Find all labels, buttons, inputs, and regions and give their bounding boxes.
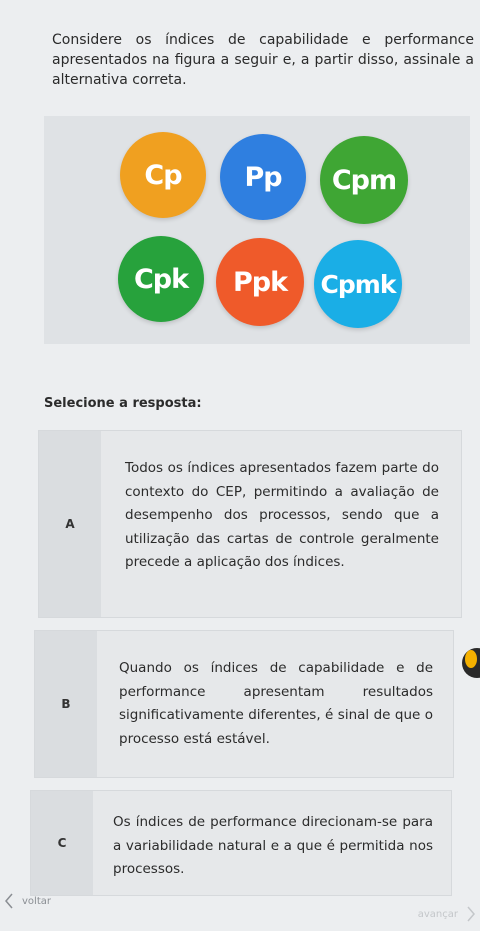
option-letter: C [31, 791, 93, 895]
index-badge-cpm: Cpm [320, 136, 408, 224]
question-text: Considere os índices de capabilidade e p… [52, 32, 474, 88]
index-badge-pp: Pp [220, 134, 306, 220]
option-text: Os índices de performance direcionam-se … [113, 814, 433, 877]
index-badge-cpk: Cpk [118, 236, 204, 322]
back-button[interactable]: voltar [4, 893, 51, 909]
option-letter: B [35, 631, 97, 777]
answer-option-b[interactable]: B Quando os índices de capabilidade e de… [34, 630, 454, 778]
chevron-left-icon [5, 893, 13, 909]
back-label: voltar [22, 895, 51, 907]
answer-option-c[interactable]: C Os índices de performance direcionam-s… [30, 790, 452, 896]
index-badge-cp: Cp [120, 132, 206, 218]
option-text: Todos os índices apresentados fazem part… [125, 460, 439, 570]
index-badge-ppk: Ppk [216, 238, 304, 326]
index-badge-cpmk: Cpmk [314, 240, 402, 328]
option-text: Quando os índices de capabilidade e de p… [119, 660, 433, 747]
indices-figure: Cp Pp Cpm Cpk Ppk Cpmk [44, 116, 470, 344]
side-tab-icon [462, 648, 480, 678]
next-button[interactable]: avançar [418, 906, 476, 922]
answer-option-a[interactable]: A Todos os índices apresentados fazem pa… [38, 430, 462, 618]
chevron-right-icon [467, 906, 475, 922]
answer-prompt: Selecione a resposta: [44, 396, 202, 411]
page: { "question": { "text": "Considere os ín… [0, 0, 480, 931]
option-letter: A [39, 431, 101, 617]
next-label: avançar [417, 908, 458, 920]
